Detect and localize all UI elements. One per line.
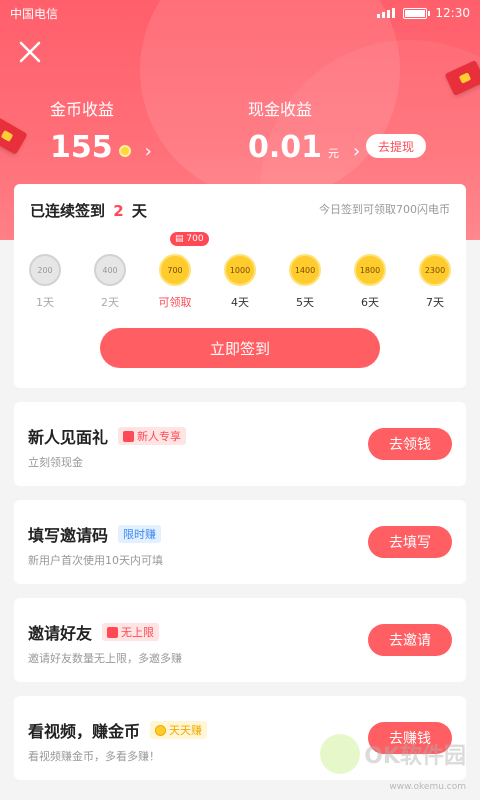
cash-income-label: 现金收益 <box>248 100 313 119</box>
day-label: 2天 <box>101 296 119 309</box>
day-label: 5天 <box>296 296 314 309</box>
task-card-newcomer: 新人见面礼 新人专享 立刻领现金 去领钱 <box>14 402 466 486</box>
task-tag-label: 无上限 <box>121 626 155 639</box>
day-label: 1天 <box>36 296 54 309</box>
task-tag-label: 天天赚 <box>169 724 203 737</box>
status-bar: 中国电信 12:30 <box>0 0 480 26</box>
withdraw-button[interactable]: 去提现 <box>366 134 426 158</box>
chevron-right-icon: › <box>144 141 152 162</box>
signin-title-prefix: 已连续签到 <box>30 202 106 220</box>
day-label: 6天 <box>361 296 379 309</box>
coin-icon: 1400 <box>289 254 321 286</box>
clock: 12:30 <box>435 6 470 20</box>
coin-icon <box>155 724 167 736</box>
signin-day: 1400 5天 <box>280 254 330 310</box>
coin-icon: 1800 <box>354 254 386 286</box>
signin-button[interactable]: 立即签到 <box>100 328 380 368</box>
task-tag: 天天赚 <box>150 721 208 739</box>
task-subtitle: 看视频赚金币，多看多赚！ <box>28 750 160 763</box>
coin-income-label: 金币收益 <box>50 100 115 119</box>
task-tag-label: 新人专享 <box>137 430 182 443</box>
coin-icon: 2300 <box>419 254 451 286</box>
fill-code-button[interactable]: 去填写 <box>368 526 452 558</box>
red-packet-icon <box>107 626 119 638</box>
signin-day: 1800 6天 <box>345 254 395 310</box>
today-reward-value: 700 <box>186 234 204 244</box>
signin-day: 400 2天 <box>85 254 135 310</box>
coin-icon: 200 <box>29 254 61 286</box>
battery-icon <box>403 7 431 19</box>
watermark-text: OK软件园 <box>364 744 466 769</box>
task-tag: 无上限 <box>102 623 160 641</box>
watermark-url: www.okemu.com <box>389 782 466 792</box>
task-card-invite-code: 填写邀请码 限时赚 新用户首次使用10天内可填 去填写 <box>14 500 466 584</box>
task-title: 看视频，赚金币 <box>28 722 141 741</box>
task-tag-label: 限时赚 <box>123 528 157 541</box>
task-subtitle: 邀请好友数量无上限，多邀多赚 <box>28 652 182 665</box>
task-card-invite-friends: 邀请好友 无上限 邀请好友数量无上限，多邀多赚 去邀请 <box>14 598 466 682</box>
claim-cash-button[interactable]: 去领钱 <box>368 428 452 460</box>
signin-day: 2300 7天 <box>410 254 460 310</box>
today-reward-badge: ▤ 700 <box>170 232 209 246</box>
signin-day-today[interactable]: 700 可领取 <box>150 254 200 310</box>
day-label: 可领取 <box>158 296 192 309</box>
cash-income-block[interactable]: 现金收益 0.01 元 › <box>248 96 360 165</box>
watermark-logo: OK软件园 <box>320 734 466 774</box>
red-envelope-icon <box>0 117 28 155</box>
close-icon[interactable] <box>16 38 44 66</box>
coin-icon <box>118 145 131 157</box>
signin-day: 1000 4天 <box>215 254 265 310</box>
coin-income-block[interactable]: 金币收益 155 › <box>50 96 152 165</box>
signin-title: 已连续签到 2 天 <box>30 200 147 221</box>
carrier-name: 中国电信 <box>10 6 59 21</box>
signin-days-count: 2 <box>113 202 124 220</box>
watermark-icon <box>320 734 361 774</box>
cash-unit: 元 <box>328 147 340 160</box>
task-tag: 新人专享 <box>118 427 187 445</box>
signin-card: 已连续签到 2 天 今日签到可领取700闪电币 ▤ 700 200 1天 400… <box>14 184 466 388</box>
signin-hint: 今日签到可领取700闪电币 <box>319 203 450 216</box>
day-label: 4天 <box>231 296 249 309</box>
task-subtitle: 立刻领现金 <box>28 456 83 469</box>
coin-icon: 1000 <box>224 254 256 286</box>
signal-icon <box>377 8 396 18</box>
task-subtitle: 新用户首次使用10天内可填 <box>28 554 163 567</box>
task-tag: 限时赚 <box>118 525 162 543</box>
signin-day: 200 1天 <box>20 254 70 310</box>
invite-button[interactable]: 去邀请 <box>368 624 452 656</box>
chevron-right-icon: › <box>353 141 361 162</box>
task-title: 新人见面礼 <box>28 428 109 447</box>
coin-icon: 400 <box>94 254 126 286</box>
task-title: 填写邀请码 <box>28 526 109 545</box>
coin-income-value: 155 <box>50 130 113 165</box>
task-title: 邀请好友 <box>28 624 93 643</box>
signin-title-suffix: 天 <box>131 202 147 220</box>
wallet-icon: ▤ <box>175 234 187 244</box>
red-packet-icon <box>123 430 135 442</box>
day-label: 7天 <box>426 296 444 309</box>
cash-income-value: 0.01 <box>248 130 323 165</box>
coin-icon: 700 <box>159 254 191 286</box>
